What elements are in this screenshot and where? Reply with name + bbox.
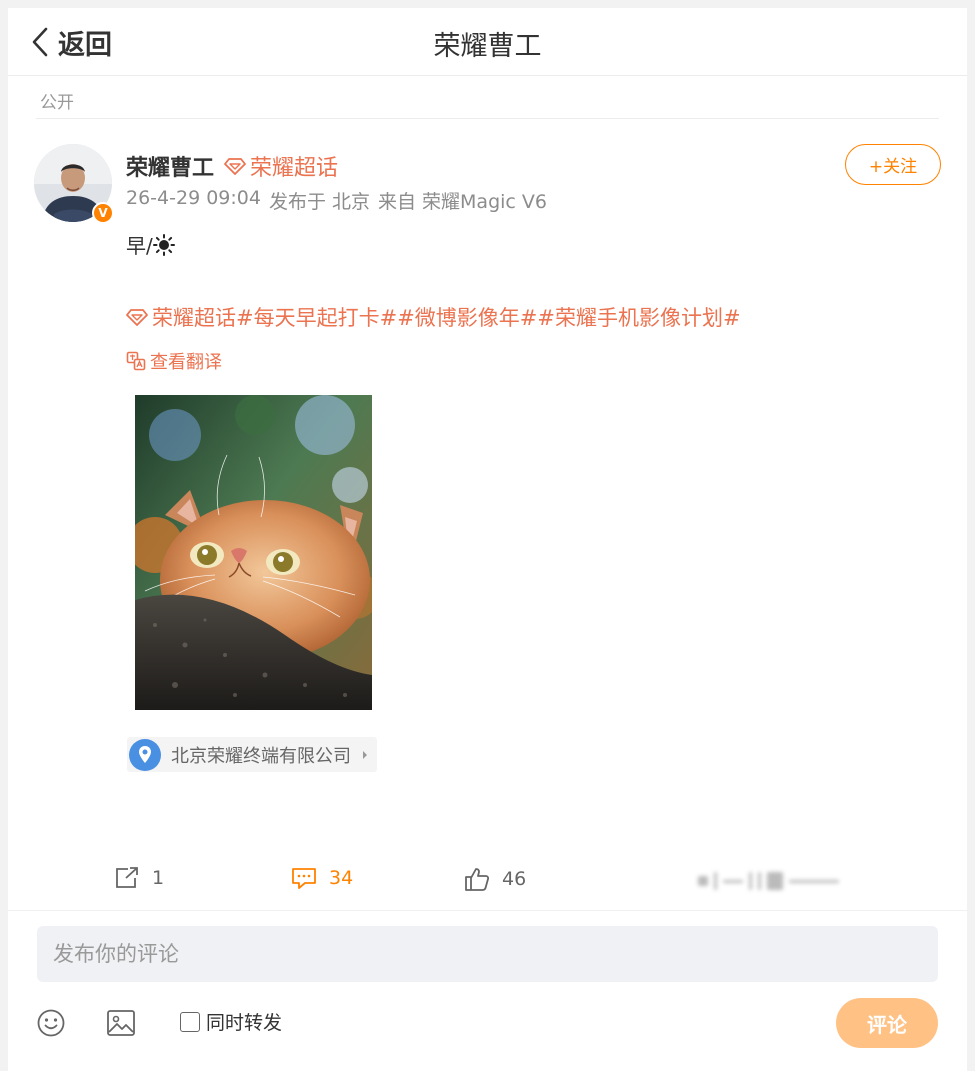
- location-pin-icon: [129, 738, 161, 771]
- author-avatar[interactable]: V: [34, 144, 114, 224]
- topic-link[interactable]: #微博影像年#: [397, 302, 537, 332]
- divider: [8, 910, 967, 911]
- location-tag[interactable]: 北京荣耀终端有限公司: [127, 737, 377, 772]
- follow-button[interactable]: +关注: [845, 144, 941, 185]
- comment-button[interactable]: 34: [291, 866, 353, 890]
- share-icon: [116, 867, 138, 888]
- image-upload-button[interactable]: [106, 1008, 136, 1042]
- topic-list: 荣耀超话 #每天早起打卡# #微博影像年# #荣耀手机影像计划#: [126, 302, 741, 332]
- divider: [36, 118, 939, 119]
- weibo-post-page: 返回 荣耀曹工 公开 V 荣耀曹工 荣耀超话 26-4-29 09:04 发布于…: [8, 8, 967, 1071]
- thumbs-up-icon: [465, 868, 490, 891]
- cat-photo: [135, 395, 372, 710]
- translate-button[interactable]: 查看翻译: [126, 348, 222, 374]
- emoji-button[interactable]: [36, 1008, 66, 1042]
- like-button[interactable]: 46: [464, 866, 526, 892]
- repost-toggle[interactable]: 同时转发: [180, 1008, 282, 1035]
- repost-button[interactable]: 1: [114, 866, 164, 890]
- comment-count: 34: [329, 867, 354, 889]
- smiley-icon: [37, 1009, 65, 1037]
- post-image-cat[interactable]: [135, 395, 372, 710]
- author-name[interactable]: 荣耀曹工: [126, 150, 214, 182]
- post-text: 早/: [126, 230, 175, 259]
- location-name: 北京荣耀终端有限公司: [171, 745, 351, 767]
- diamond-icon: [224, 158, 246, 175]
- caret-right-icon: [363, 750, 367, 759]
- topic-link[interactable]: #荣耀手机影像计划#: [537, 302, 740, 332]
- post-text-content: 早/: [126, 234, 153, 258]
- diamond-icon: [126, 309, 148, 326]
- composer-toolbar: 同时转发 评论: [8, 998, 967, 1048]
- topic-link[interactable]: 荣耀超话: [152, 302, 236, 332]
- repost-checkbox[interactable]: [180, 1011, 200, 1032]
- page-title: 荣耀曹工: [433, 31, 542, 62]
- post-timestamp[interactable]: 26-4-29 09:04: [126, 187, 261, 214]
- like-count: 46: [502, 868, 527, 890]
- super-topic-label: 荣耀超话: [250, 156, 339, 181]
- submit-comment-button[interactable]: 评论: [836, 998, 938, 1048]
- visibility-label: 公开: [40, 93, 74, 113]
- action-bar: 1 34 46: [8, 858, 967, 902]
- post-location-prefix: 发布于 北京: [268, 191, 370, 213]
- top-bar: 返回 荣耀曹工: [8, 8, 967, 76]
- repost-count: 1: [152, 867, 165, 889]
- comment-icon: [292, 868, 316, 889]
- comment-input[interactable]: [37, 926, 938, 982]
- translate-icon: [126, 351, 146, 371]
- super-topic-link[interactable]: 荣耀超话: [224, 150, 338, 182]
- image-icon: [107, 1010, 135, 1036]
- repost-toggle-label: 同时转发: [206, 1012, 283, 1034]
- post-meta: 26-4-29 09:04 发布于 北京 来自 荣耀Magic V6: [126, 187, 547, 214]
- redacted-area: [698, 870, 848, 892]
- translate-label: 查看翻译: [150, 352, 222, 373]
- verified-badge: V: [92, 202, 114, 224]
- sun-emoji-icon: [152, 233, 175, 256]
- topic-link[interactable]: #每天早起打卡#: [236, 302, 397, 332]
- post-source: 来自 荣耀Magic V6: [378, 191, 547, 213]
